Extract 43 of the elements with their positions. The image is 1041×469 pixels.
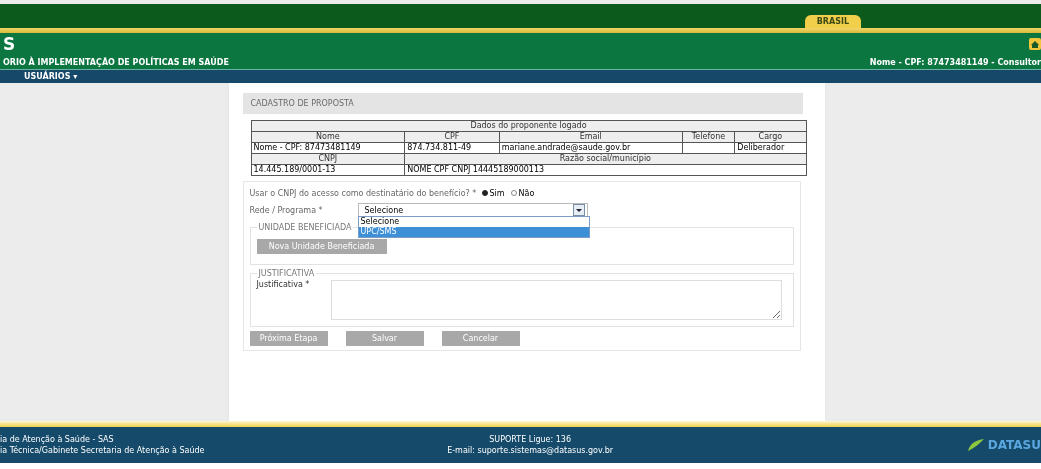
table-caption: Dados do proponente logado [251,120,806,132]
column-header: Razão social/município [404,153,806,165]
radio-button[interactable] [481,190,488,196]
leaf-icon [965,437,986,453]
system-subtitle: ORIO À IMPLEMENTAÇÃO DE POLÍTICAS EM SAÚDE [3,58,229,67]
brasil-badge[interactable]: BRASIL [804,15,861,28]
action-button[interactable]: Próxima Etapa [249,331,328,346]
footer-text: ia Técnica/Gabinete Secretaria de Atenção à Saúde [0,446,205,455]
action-button[interactable]: Cancelar [441,331,520,346]
section-legend: JUSTIFICATIVA [256,269,317,278]
radio-button[interactable] [510,190,517,196]
footer-text: ia de Atenção à Saúde - SAS [0,435,115,444]
action-button[interactable]: Salvar [345,331,424,346]
table-cell: 874.734.811-49 [407,143,472,152]
support-text: E-mail: suporte.sistemas@datasus.gov.br [447,446,614,455]
column-header: Nome [251,131,405,143]
system-title: S [3,35,17,53]
nav-menu-item[interactable]: USUÁRIOS ▾ [24,72,78,81]
datasus-logo: DATASU [987,438,1041,452]
table-cell: 14.445.189/0001-13 [251,164,405,176]
column-header: CPF [404,131,500,143]
dropdown-option[interactable]: UPC/SMS [358,227,589,237]
table-cell: NOME CPF CNPJ 14445189000113 [404,164,806,176]
radio-label: Sim [489,188,505,198]
column-header: Telefone [682,131,735,143]
dropdown-option[interactable]: Selecione [358,217,589,227]
table-cell: mariane.andrade@saude.gov.br [501,143,631,152]
panel-title: CADASTRO DE PROPOSTA [242,93,803,114]
field-label: Justificativa * [256,280,311,291]
question-label: Usar o CNPJ do acesso como destinatário do benefício? * [249,188,478,198]
column-header: Email [499,131,683,143]
radio-label: Não [518,188,535,198]
user-info: Nome - CPF: 87473481149 - Consultor [869,58,1041,67]
home-icon[interactable] [1029,38,1041,50]
section-legend: UNIDADE BENEFICIADA [256,223,354,232]
table-cell: Nome - CPF: 87473481149 [253,143,361,152]
field-label: Rede / Programa * [249,205,324,217]
new-unit-button[interactable]: Nova Unidade Beneficiada [256,239,387,254]
column-header: CNPJ [251,153,405,165]
column-header: Cargo [734,131,806,143]
program-dropdown[interactable]: Selecione [357,203,588,217]
support-text: SUPORTE Ligue: 136 [489,435,571,444]
table-cell: Deliberador [737,143,785,152]
